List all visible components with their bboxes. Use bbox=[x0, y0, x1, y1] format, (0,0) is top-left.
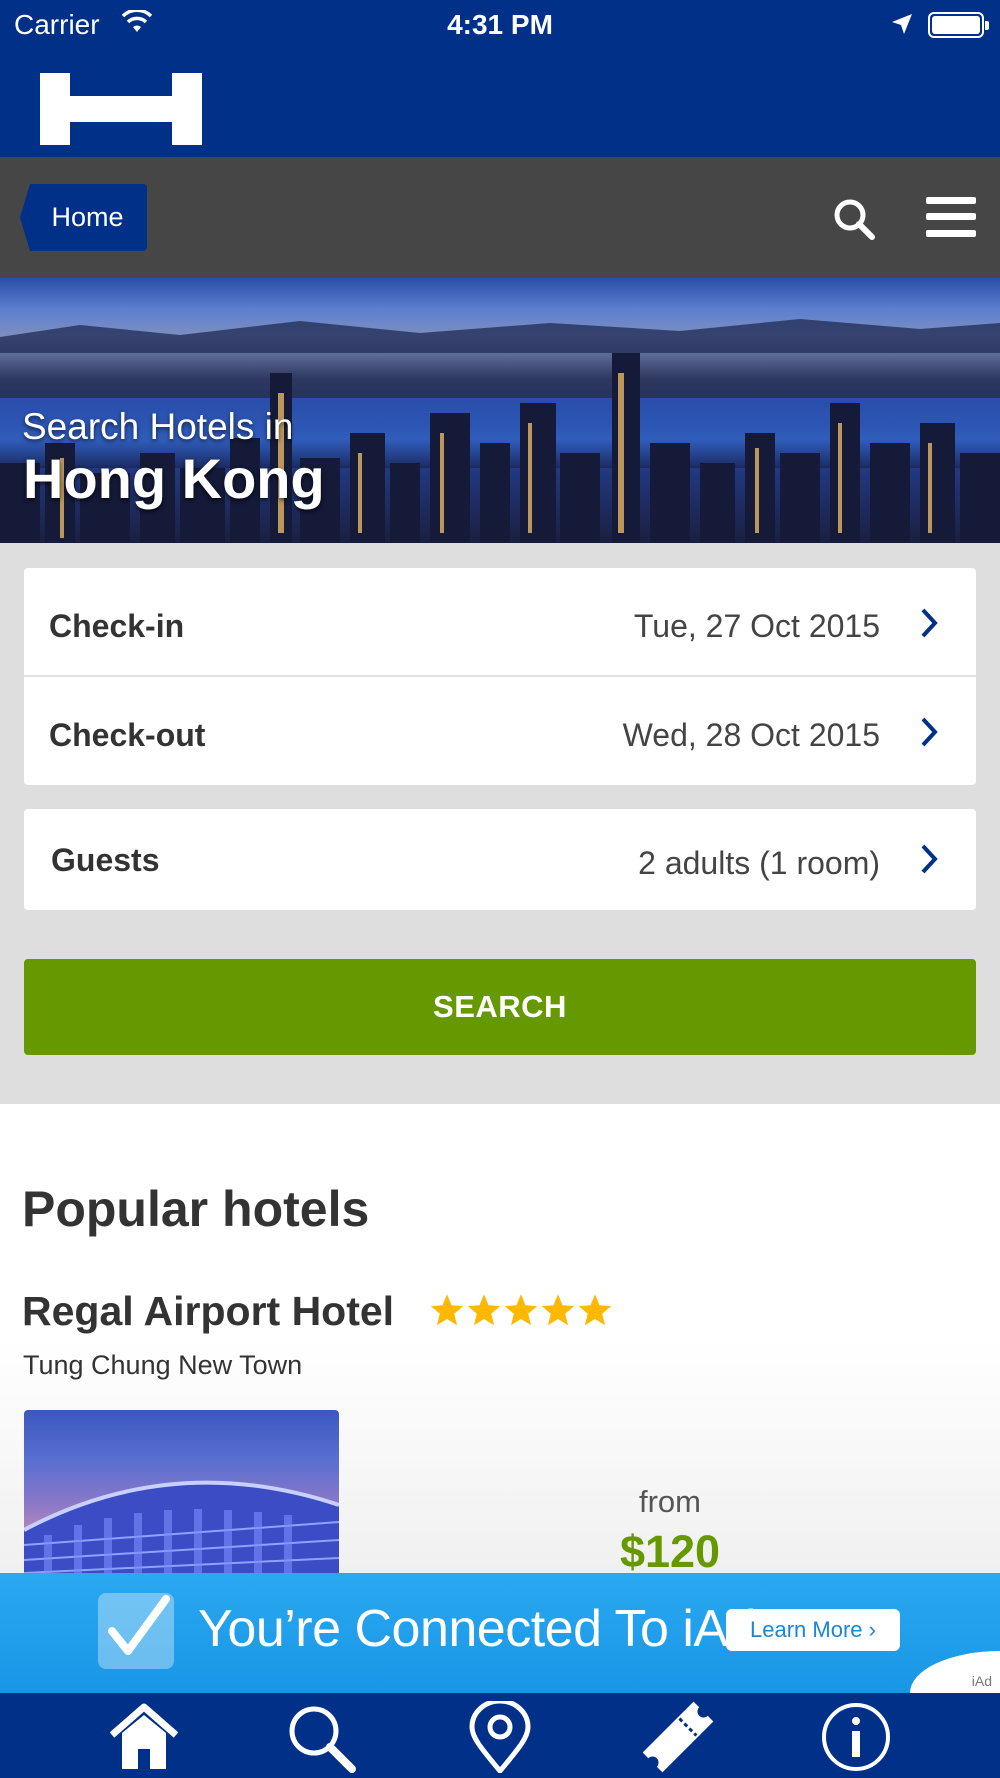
chevron-right-icon bbox=[921, 717, 938, 747]
learn-more-button[interactable]: Learn More › bbox=[726, 1609, 900, 1651]
tab-search[interactable] bbox=[282, 1701, 362, 1773]
search-button[interactable]: SEARCH bbox=[24, 959, 976, 1055]
ticket-icon bbox=[642, 1701, 714, 1773]
tab-map[interactable] bbox=[460, 1698, 540, 1775]
home-button-label: Home bbox=[51, 202, 124, 232]
home-button[interactable]: Home bbox=[20, 184, 147, 251]
checkin-label: Check-in bbox=[49, 608, 185, 644]
chevron-right-icon bbox=[921, 844, 938, 874]
hero-city-title: Hong Kong bbox=[23, 447, 325, 510]
checkin-value: Tue, 27 Oct 2015 bbox=[633, 608, 880, 644]
booking-form: Check-in Tue, 27 Oct 2015 Check-out Wed,… bbox=[0, 543, 1000, 1104]
guests-card: Guests 2 adults (1 room) bbox=[24, 809, 976, 910]
hotel-photo[interactable] bbox=[24, 1410, 339, 1580]
checkout-value: Wed, 28 Oct 2015 bbox=[622, 717, 880, 753]
checkmark-icon bbox=[98, 1593, 174, 1669]
checkin-row[interactable]: Check-in Tue, 27 Oct 2015 bbox=[24, 568, 976, 675]
star-icon bbox=[504, 1294, 538, 1326]
hotel-price: $120 bbox=[619, 1526, 721, 1577]
menu-icon[interactable] bbox=[926, 197, 976, 237]
checkout-label: Check-out bbox=[49, 717, 206, 753]
clock: 4:31 PM bbox=[447, 9, 553, 40]
ad-text: You’re Connected To iAd bbox=[198, 1600, 757, 1658]
chevron-right-icon bbox=[921, 608, 938, 638]
tab-info[interactable] bbox=[816, 1701, 896, 1773]
search-icon[interactable] bbox=[832, 197, 876, 241]
brand-header bbox=[0, 52, 1000, 157]
search-icon bbox=[289, 1706, 356, 1773]
tab-bookings[interactable] bbox=[638, 1701, 718, 1773]
checkout-row[interactable]: Check-out Wed, 28 Oct 2015 bbox=[24, 677, 976, 785]
price-from-label: from bbox=[639, 1484, 701, 1519]
hotel-location: Tung Chung New Town bbox=[23, 1350, 303, 1380]
logo[interactable] bbox=[40, 73, 202, 145]
star-icon bbox=[430, 1294, 464, 1326]
section-heading: Popular hotels bbox=[22, 1181, 370, 1237]
location-arrow-icon bbox=[890, 12, 914, 41]
home-icon bbox=[109, 1703, 179, 1769]
ad-tag: iAd bbox=[971, 1673, 992, 1689]
star-icon bbox=[578, 1294, 612, 1326]
star-rating bbox=[429, 1292, 614, 1332]
info-icon bbox=[822, 1703, 890, 1771]
tab-home[interactable] bbox=[104, 1701, 184, 1773]
popular-hotels-section: Popular hotels Regal Airport Hotel Tung … bbox=[0, 1104, 1000, 1580]
star-icon bbox=[467, 1294, 501, 1326]
hero-subtitle: Search Hotels in bbox=[22, 406, 294, 447]
hotel-name[interactable]: Regal Airport Hotel bbox=[22, 1288, 394, 1335]
hero-banner: Search Hotels in Hong Kong bbox=[0, 278, 1000, 543]
tab-bar bbox=[0, 1693, 1000, 1778]
ad-banner[interactable]: You’re Connected To iAd Learn More › iAd bbox=[0, 1573, 1000, 1693]
nav-bar: Home bbox=[0, 157, 1000, 278]
star-icon bbox=[541, 1294, 575, 1326]
guests-value: 2 adults (1 room) bbox=[638, 845, 880, 881]
dates-card: Check-in Tue, 27 Oct 2015 Check-out Wed,… bbox=[24, 568, 976, 785]
location-pin-icon bbox=[469, 1698, 531, 1775]
battery-icon bbox=[928, 12, 989, 38]
status-bar: Carrier 4:31 PM bbox=[0, 0, 1000, 52]
guests-label: Guests bbox=[51, 842, 160, 878]
guests-row[interactable]: Guests 2 adults (1 room) bbox=[24, 809, 976, 910]
